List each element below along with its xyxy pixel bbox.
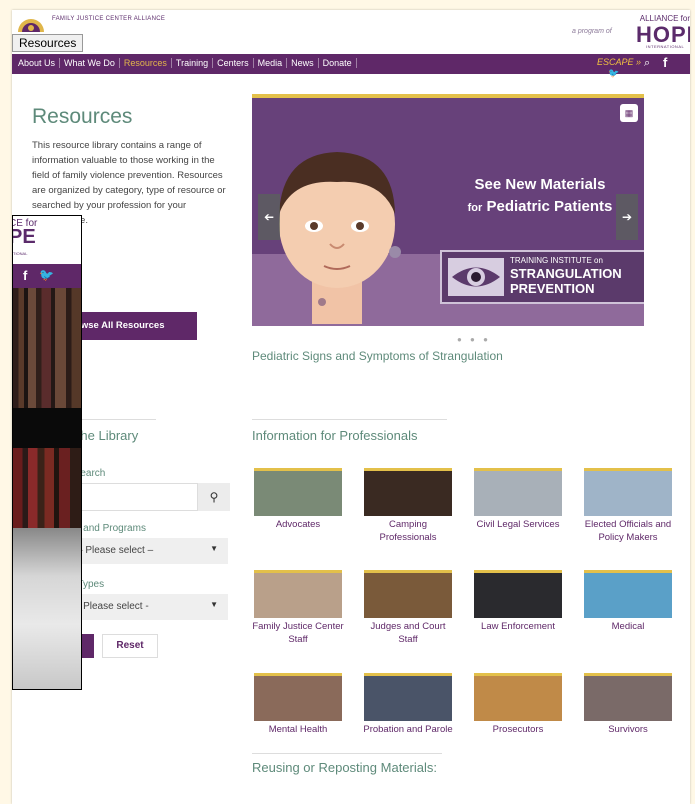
headline-for: for [467,202,483,214]
professional-label[interactable]: Probation and Parole [362,724,454,737]
carousel-prev-arrow-icon[interactable]: ➔ [258,194,280,240]
search-icon[interactable]: ⚲ [198,483,230,511]
overlay-nav: f 🐦 [13,264,81,288]
professional-label[interactable]: Law Enforcement [472,621,564,634]
nav-item-news[interactable]: News [287,58,319,68]
categories-select-value: – Please select – [77,545,154,556]
page-title: Resources [32,105,133,128]
professional-card[interactable]: Judges and Court Staff [362,570,454,646]
professional-card[interactable]: Medical [582,570,674,634]
professional-card[interactable]: Family Justice Center Staff [252,570,344,646]
library-books-photo [13,288,81,408]
main-nav: About Us What We Do Resources Training Cente… [12,54,690,78]
chevron-down-icon: ▼ [210,600,218,609]
professional-label[interactable]: Civil Legal Services [472,519,564,532]
calendar-icon[interactable]: ▦ [620,104,638,122]
badge-line2: STRANGULATION [510,266,622,281]
reuse-title: Reusing or Reposting Materials: [252,760,437,775]
nav-items: About Us What We Do Resources Training Cente… [14,58,357,68]
chevron-down-icon: ▼ [210,544,218,553]
library-floor-photo [13,528,81,689]
nav-item-centers[interactable]: Centers [213,58,254,68]
bookshelf-shadow [13,408,81,448]
headline-line1: See New Materials [474,176,606,193]
professional-card[interactable]: Mental Health [252,673,344,737]
professional-label[interactable]: Camping Professionals [362,519,454,544]
carousel-dots[interactable]: ● ● ● [457,335,491,344]
twitter-icon[interactable]: 🐦 [39,268,54,282]
divider [252,753,442,754]
overlay-logo-hope: PE [13,226,36,248]
featured-carousel[interactable]: See New Materials for Pediatric Patients … [252,94,644,326]
professional-label[interactable]: Elected Officials and Policy Makers [582,519,674,544]
professional-card[interactable]: Prosecutors [472,673,564,737]
nav-item-training[interactable]: Training [172,58,214,68]
professional-label[interactable]: Prosecutors [472,724,564,737]
professional-thumbnail[interactable] [584,570,672,618]
fjc-seal-logo[interactable] [16,12,46,32]
logo-text: FAMILY JUSTICE CENTER ALLIANCE [52,16,166,22]
professional-thumbnail[interactable] [474,570,562,618]
twitter-icon[interactable]: 🐦 [608,68,619,79]
carousel-headline: See New Materials for Pediatric Patients [440,174,640,219]
carousel-accent-line [252,94,644,98]
professional-label[interactable]: Mental Health [252,724,344,737]
professional-thumbnail[interactable] [584,673,672,721]
program-of-text: a program of [572,28,612,35]
professional-label[interactable]: Family Justice Center Staff [252,621,344,646]
escape-link[interactable]: ESCAPE » [597,57,641,67]
professionals-title: Information for Professionals [252,428,418,443]
search-icon[interactable]: ⌕ [644,57,650,70]
nav-item-resources[interactable]: Resources [120,58,172,68]
professional-card[interactable]: Probation and Parole [362,673,454,737]
professional-card[interactable]: Camping Professionals [362,468,454,544]
overlay-logo: CE for PE TIONAL [13,216,81,264]
professional-thumbnail[interactable] [474,673,562,721]
badge-line1: TRAINING INSTITUTE on [510,256,603,265]
resource-types-select-value: - Please select - [77,601,149,612]
professional-label[interactable]: Advocates [252,519,344,532]
professional-thumbnail[interactable] [364,673,452,721]
professional-thumbnail[interactable] [474,468,562,516]
nav-item-media[interactable]: Media [254,58,288,68]
overlay-window[interactable]: CE for PE TIONAL f 🐦 [12,215,82,690]
carousel-caption-link[interactable]: Pediatric Signs and Symptoms of Strangul… [252,349,503,363]
professional-card[interactable]: Civil Legal Services [472,468,564,532]
alliance-for-hope-logo[interactable]: ALLIANCE for HOPE INTERNATIONAL [628,12,690,50]
divider [252,419,447,420]
badge-line3: PREVENTION [510,281,595,296]
facebook-icon[interactable]: f [23,268,27,283]
tooltip: Resources [12,34,84,52]
professional-card[interactable]: Advocates [252,468,344,532]
professional-label[interactable]: Medical [582,621,674,634]
professional-card[interactable]: Survivors [582,673,674,737]
training-institute-badge: TRAINING INSTITUTE on STRANGULATION PREV… [440,250,644,304]
professional-label[interactable]: Survivors [582,724,674,737]
facebook-icon[interactable]: f [663,55,667,70]
headline-line2: Pediatric Patients [486,198,613,215]
nav-item-donate[interactable]: Donate [319,58,357,68]
professional-thumbnail[interactable] [584,468,672,516]
professional-label[interactable]: Judges and Court Staff [362,621,454,646]
eye-icon [448,258,504,296]
carousel-next-arrow-icon[interactable]: ➔ [616,194,638,240]
professional-card[interactable]: Elected Officials and Policy Makers [582,468,674,544]
overlay-logo-intl: TIONAL [13,251,28,256]
professional-thumbnail[interactable] [254,673,342,721]
child-illustration [279,152,401,324]
professional-thumbnail[interactable] [254,468,342,516]
nav-item-about-us[interactable]: About Us [14,58,61,68]
professional-card[interactable]: Law Enforcement [472,570,564,634]
site-header: FAMILY JUSTICE CENTER ALLIANCE Resources… [12,10,690,54]
professional-thumbnail[interactable] [254,570,342,618]
professional-thumbnail[interactable] [364,570,452,618]
library-books-photo [13,448,81,528]
alliance-logo-intl: INTERNATIONAL [646,44,685,49]
reset-button[interactable]: Reset [102,634,158,658]
webpage: FAMILY JUSTICE CENTER ALLIANCE Resources… [12,10,690,804]
professional-thumbnail[interactable] [364,468,452,516]
nav-item-what-we-do[interactable]: What We Do [60,58,120,68]
